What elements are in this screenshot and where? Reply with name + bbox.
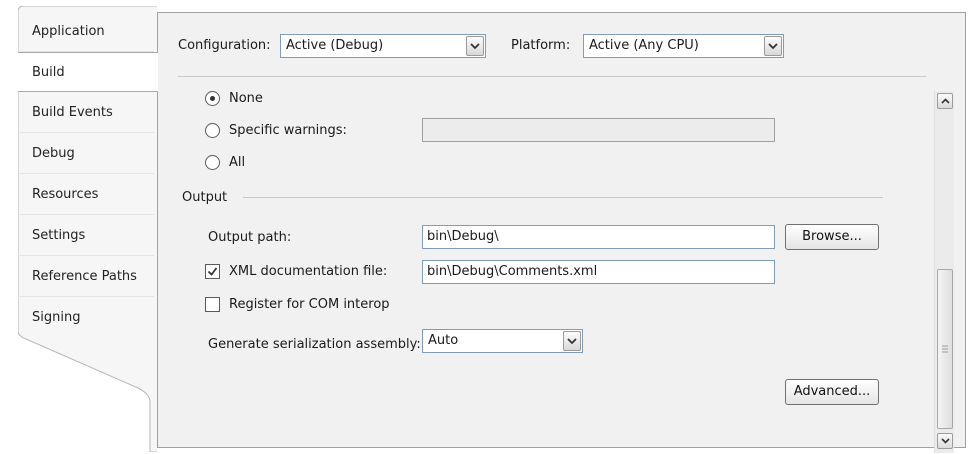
vertical-scrollbar[interactable] bbox=[934, 91, 954, 453]
chevron-down-icon[interactable] bbox=[764, 36, 782, 56]
chevron-down-icon[interactable] bbox=[466, 36, 484, 56]
tab-build[interactable]: Build bbox=[18, 52, 158, 92]
radio-specific-label: Specific warnings: bbox=[229, 123, 347, 138]
radio-warnings-all[interactable] bbox=[205, 155, 220, 170]
build-properties-panel: Configuration: Active (Debug) Platform: … bbox=[157, 12, 966, 453]
tab-label: Build Events bbox=[32, 105, 113, 120]
advanced-button[interactable]: Advanced... bbox=[785, 379, 879, 405]
tab-application[interactable]: Application bbox=[18, 12, 154, 52]
specific-warnings-input[interactable] bbox=[422, 118, 775, 142]
configuration-value: Active (Debug) bbox=[286, 38, 384, 53]
chevron-up-icon bbox=[940, 98, 950, 104]
divider bbox=[178, 76, 926, 77]
xml-doc-checkbox[interactable] bbox=[205, 264, 220, 279]
tab-label: Reference Paths bbox=[32, 269, 137, 284]
tab-resources[interactable]: Resources bbox=[18, 175, 154, 215]
tab-label: Signing bbox=[32, 310, 81, 325]
tab-label: Settings bbox=[32, 228, 86, 243]
tab-settings[interactable]: Settings bbox=[18, 216, 154, 256]
output-path-input[interactable]: bin\Debug\ bbox=[422, 225, 775, 249]
tab-label: Resources bbox=[32, 187, 99, 202]
configuration-dropdown[interactable]: Active (Debug) bbox=[280, 34, 486, 58]
checkmark-icon bbox=[207, 267, 218, 276]
output-path-label: Output path: bbox=[208, 230, 292, 245]
output-section-label: Output bbox=[182, 190, 228, 205]
tab-label: Build bbox=[32, 65, 65, 80]
chevron-down-icon[interactable] bbox=[563, 331, 581, 351]
radio-warnings-specific[interactable] bbox=[205, 123, 220, 138]
tab-signing[interactable]: Signing bbox=[18, 298, 154, 338]
scroll-up-button[interactable] bbox=[937, 93, 953, 109]
tab-reference-paths[interactable]: Reference Paths bbox=[18, 257, 154, 297]
serialization-label: Generate serialization assembly: bbox=[208, 337, 421, 352]
platform-value: Active (Any CPU) bbox=[589, 38, 699, 53]
serialization-dropdown[interactable]: Auto bbox=[422, 329, 583, 353]
tab-label: Application bbox=[32, 24, 105, 39]
radio-none-label: None bbox=[229, 91, 263, 106]
platform-label: Platform: bbox=[511, 38, 571, 53]
output-section-divider bbox=[243, 197, 883, 198]
radio-warnings-none[interactable] bbox=[205, 91, 220, 106]
serialization-value: Auto bbox=[428, 333, 459, 348]
property-tab-strip: Application Build Build Events Debug Res… bbox=[18, 6, 158, 452]
scrollbar-thumb[interactable] bbox=[937, 269, 953, 429]
platform-dropdown[interactable]: Active (Any CPU) bbox=[583, 34, 784, 58]
grip-icon bbox=[942, 345, 948, 353]
com-interop-checkbox[interactable] bbox=[205, 297, 220, 312]
chevron-down-icon bbox=[940, 438, 950, 444]
com-interop-label: Register for COM interop bbox=[229, 297, 390, 312]
scroll-down-button[interactable] bbox=[937, 433, 953, 449]
tab-label: Debug bbox=[32, 146, 75, 161]
xml-doc-label: XML documentation file: bbox=[229, 264, 388, 279]
tab-debug[interactable]: Debug bbox=[18, 134, 154, 174]
tab-build-events[interactable]: Build Events bbox=[18, 93, 154, 133]
radio-all-label: All bbox=[229, 155, 246, 170]
browse-button[interactable]: Browse... bbox=[785, 224, 879, 250]
configuration-label: Configuration: bbox=[178, 38, 271, 53]
xml-doc-input[interactable]: bin\Debug\Comments.xml bbox=[422, 260, 775, 284]
